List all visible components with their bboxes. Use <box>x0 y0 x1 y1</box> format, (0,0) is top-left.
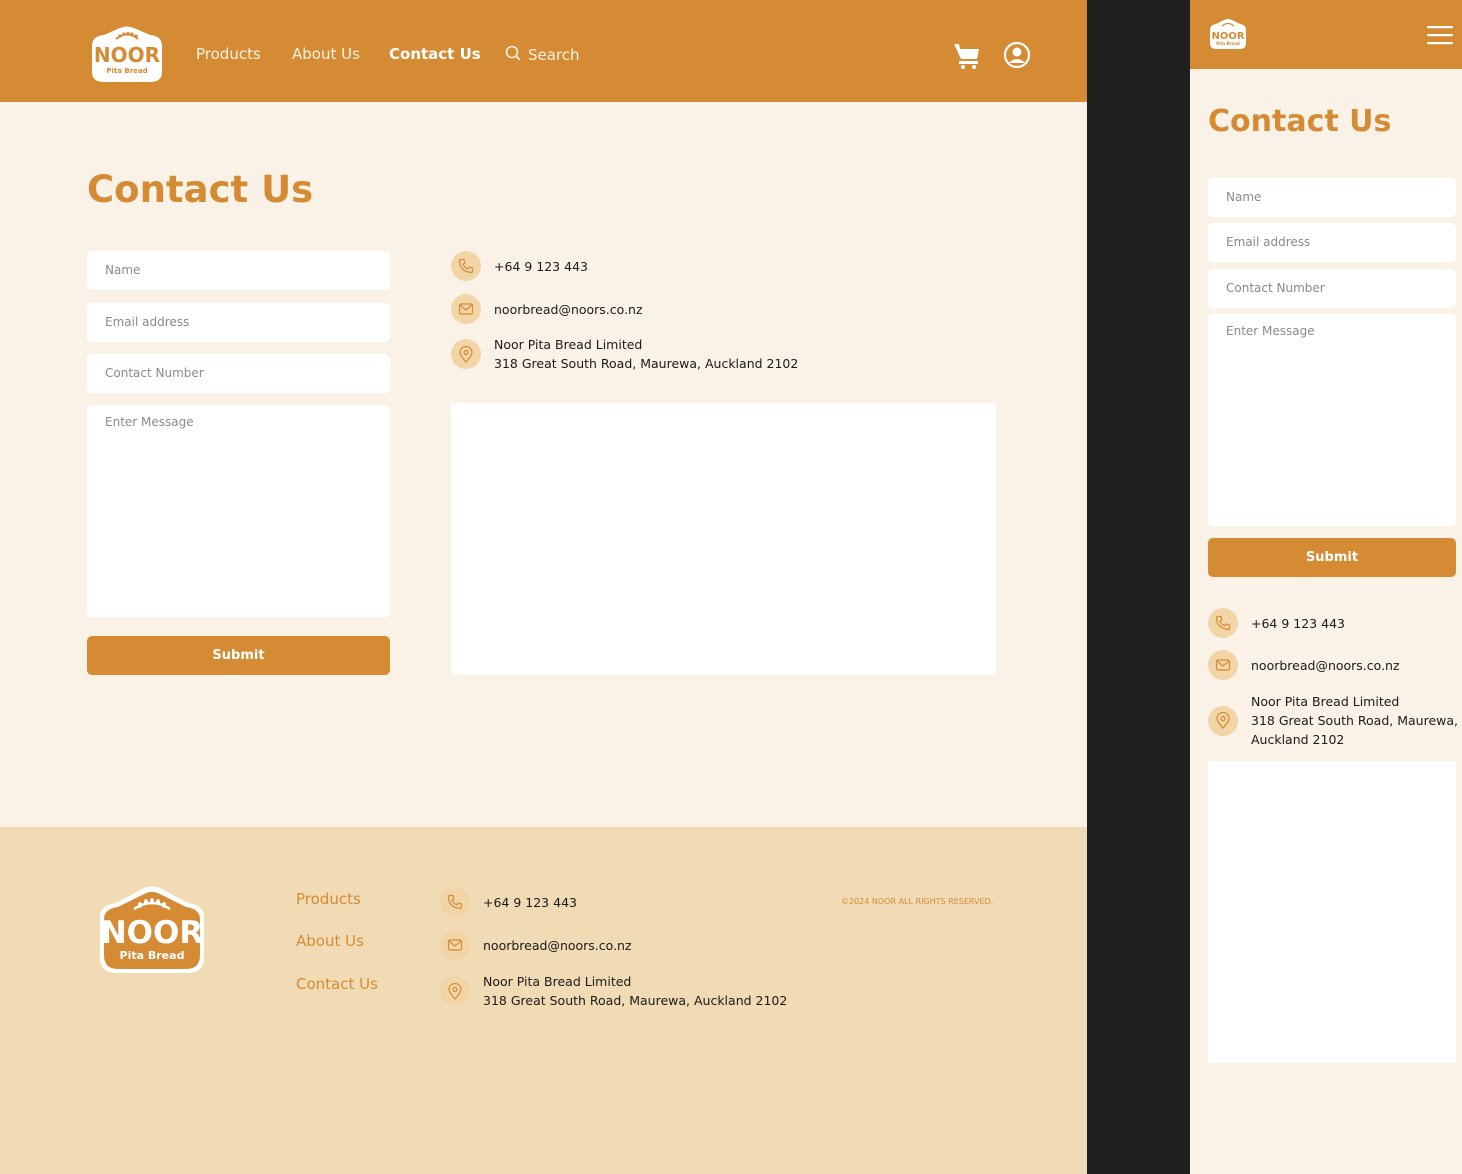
email-text[interactable]: noorbread@noors.co.nz <box>494 300 643 319</box>
message-placeholder: Enter Message <box>1226 324 1315 338</box>
street-address-line2: Auckland 2102 <box>1251 732 1345 747</box>
mobile-contact-email: noorbread@noors.co.nz <box>1208 650 1400 680</box>
contact-number-field[interactable]: Contact Number <box>87 354 390 393</box>
mobile-message-field[interactable]: Enter Message <box>1208 314 1456 526</box>
company-name: Noor Pita Bread Limited <box>1251 694 1400 709</box>
email-placeholder: Email address <box>1226 235 1311 249</box>
mobile-email-field[interactable]: Email address <box>1208 223 1456 262</box>
address-text: Noor Pita Bread Limited 318 Great South … <box>494 335 798 373</box>
mobile-contact-address: Noor Pita Bread Limited 318 Great South … <box>1208 692 1458 749</box>
location-pin-icon <box>451 339 481 369</box>
contact-number-placeholder: Contact Number <box>1226 281 1325 295</box>
svg-text:Pita Bread: Pita Bread <box>106 67 147 75</box>
name-placeholder: Name <box>105 263 141 277</box>
svg-text:NOOR: NOOR <box>101 915 204 951</box>
copyright-text: ©2024 NOOR ALL RIGHTS RESERVED. <box>841 897 994 906</box>
nav-about-us[interactable]: About Us <box>292 45 360 63</box>
svg-text:Pita Bread: Pita Bread <box>120 949 185 962</box>
email-placeholder: Email address <box>105 315 190 329</box>
footer-email-text[interactable]: noorbread@noors.co.nz <box>483 936 632 955</box>
site-header: NOOR Pita Bread Products About Us Contac… <box>0 0 1087 102</box>
mobile-map-embed[interactable] <box>1208 761 1456 1063</box>
page-title: Contact Us <box>87 168 314 211</box>
footer-link-products[interactable]: Products <box>296 890 361 908</box>
footer-address-text: Noor Pita Bread Limited 318 Great South … <box>483 972 787 1010</box>
contact-email: noorbread@noors.co.nz <box>451 294 643 324</box>
footer-street-address: 318 Great South Road, Maurewa, Auckland … <box>483 993 788 1008</box>
name-field[interactable]: Name <box>87 251 390 290</box>
street-address: 318 Great South Road, Maurewa, Auckland … <box>494 356 799 371</box>
mobile-header: NOOR Pita Bread <box>1190 0 1462 69</box>
phone-icon <box>1208 608 1238 638</box>
location-pin-icon <box>1208 705 1238 736</box>
nav-search[interactable]: Search <box>505 45 580 65</box>
mobile-contact-phone: +64 9 123 443 <box>1208 608 1345 638</box>
footer-company-name: Noor Pita Bread Limited <box>483 974 632 989</box>
noor-footer-logo[interactable]: NOOR Pita Bread <box>90 885 214 975</box>
address-text: Noor Pita Bread Limited 318 Great South … <box>1251 692 1458 749</box>
name-placeholder: Name <box>1226 190 1262 204</box>
nav-products[interactable]: Products <box>196 45 261 63</box>
phone-text: +64 9 123 443 <box>1251 615 1345 631</box>
desktop-frame: NOOR Pita Bread Products About Us Contac… <box>0 0 1087 1174</box>
mobile-submit-button[interactable]: Submit <box>1208 538 1456 577</box>
footer-link-about-us[interactable]: About Us <box>296 932 364 950</box>
street-address-line1: 318 Great South Road, Maurewa, <box>1251 713 1459 728</box>
hamburger-menu-icon[interactable] <box>1427 24 1453 46</box>
search-icon <box>505 45 521 65</box>
mobile-contact-number-field[interactable]: Contact Number <box>1208 269 1456 308</box>
nav-contact-us[interactable]: Contact Us <box>389 45 481 63</box>
phone-icon <box>440 887 470 917</box>
contact-phone: +64 9 123 443 <box>451 251 588 281</box>
company-name: Noor Pita Bread Limited <box>494 337 643 352</box>
footer-contact-email: noorbread@noors.co.nz <box>440 930 632 960</box>
mail-icon <box>440 930 470 960</box>
contact-address: Noor Pita Bread Limited 318 Great South … <box>451 335 798 373</box>
mail-icon <box>451 294 481 324</box>
phone-text: +64 9 123 443 <box>494 258 588 274</box>
mobile-frame: NOOR Pita Bread Contact Us Name Email ad… <box>1190 0 1462 1174</box>
footer-contact-address: Noor Pita Bread Limited 318 Great South … <box>440 972 787 1010</box>
map-embed[interactable] <box>451 403 996 675</box>
footer-phone-text: +64 9 123 443 <box>483 894 577 910</box>
footer-link-contact-us[interactable]: Contact Us <box>296 975 378 993</box>
contact-number-placeholder: Contact Number <box>105 366 204 380</box>
email-field[interactable]: Email address <box>87 303 390 342</box>
mail-icon <box>1208 650 1238 680</box>
mobile-name-field[interactable]: Name <box>1208 178 1456 217</box>
mobile-page-title: Contact Us <box>1208 104 1392 139</box>
svg-text:Pita Bread: Pita Bread <box>1216 41 1240 46</box>
location-pin-icon <box>440 976 470 1006</box>
message-placeholder: Enter Message <box>105 415 194 429</box>
footer-contact-phone: +64 9 123 443 <box>440 887 577 917</box>
noor-logo[interactable]: NOOR Pita Bread <box>1207 18 1249 50</box>
message-field[interactable]: Enter Message <box>87 405 390 617</box>
phone-icon <box>451 251 481 281</box>
email-text[interactable]: noorbread@noors.co.nz <box>1251 656 1400 675</box>
account-icon[interactable] <box>1002 40 1032 70</box>
search-label: Search <box>528 46 580 64</box>
submit-button[interactable]: Submit <box>87 636 390 675</box>
cart-icon[interactable] <box>952 40 982 70</box>
svg-text:NOOR: NOOR <box>94 43 160 67</box>
noor-logo[interactable]: NOOR Pita Bread <box>86 24 168 84</box>
site-footer: NOOR Pita Bread Products About Us Contac… <box>0 827 1087 1174</box>
